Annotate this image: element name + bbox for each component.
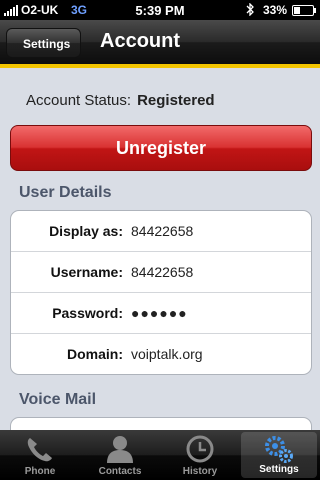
phone-icon <box>27 438 52 462</box>
bluetooth-icon <box>246 2 255 19</box>
user-details-group: Display as: 84422658 Username: 84422658 … <box>10 210 312 375</box>
username-value: 84422658 <box>131 264 194 280</box>
tab-bar: Phone Contacts History Settings <box>0 430 320 480</box>
tab-phone[interactable]: Phone <box>0 430 80 480</box>
tab-contacts-label: Contacts <box>98 466 142 477</box>
password-label: Password: <box>52 305 123 321</box>
battery-level <box>294 7 300 14</box>
domain-value: voiptalk.org <box>131 346 203 362</box>
tab-settings[interactable]: Settings <box>241 432 317 478</box>
status-bar: O2-UK 3G 5:39 PM 33% <box>0 0 320 20</box>
tab-history-label: History <box>182 466 218 477</box>
domain-label: Domain: <box>67 346 123 362</box>
tab-settings-label: Settings <box>259 464 299 475</box>
password-value: ●●●●●● <box>131 305 188 321</box>
tab-history[interactable]: History <box>160 430 240 480</box>
voice-mail-group[interactable] <box>10 417 312 430</box>
battery-icon <box>292 5 316 16</box>
tab-phone-label: Phone <box>24 466 56 477</box>
tab-contacts[interactable]: Contacts <box>80 430 160 480</box>
account-status-label: Account Status: <box>26 92 132 109</box>
clock-icon <box>186 435 214 463</box>
password-row[interactable]: Password: ●●●●●● <box>11 293 311 334</box>
display-as-row[interactable]: Display as: 84422658 <box>11 211 311 252</box>
display-as-label: Display as: <box>49 223 123 239</box>
domain-row[interactable]: Domain: voiptalk.org <box>11 334 311 374</box>
display-as-value: 84422658 <box>131 223 194 239</box>
user-details-header: User Details <box>19 184 112 201</box>
unregister-button[interactable]: Unregister <box>10 125 312 171</box>
back-button[interactable]: Settings <box>6 28 82 58</box>
gears-icon <box>265 436 293 463</box>
contacts-icon <box>107 436 133 463</box>
battery-percent: 33% <box>263 3 288 17</box>
account-status: Account Status: Registered <box>26 92 215 109</box>
voice-mail-header: Voice Mail <box>19 391 97 408</box>
username-row[interactable]: Username: 84422658 <box>11 252 311 293</box>
settings-content[interactable]: Account Status: Registered Unregister Use… <box>0 68 320 430</box>
account-status-value: Registered <box>137 92 215 109</box>
page-title: Account <box>100 30 180 52</box>
username-label: Username: <box>50 264 123 280</box>
